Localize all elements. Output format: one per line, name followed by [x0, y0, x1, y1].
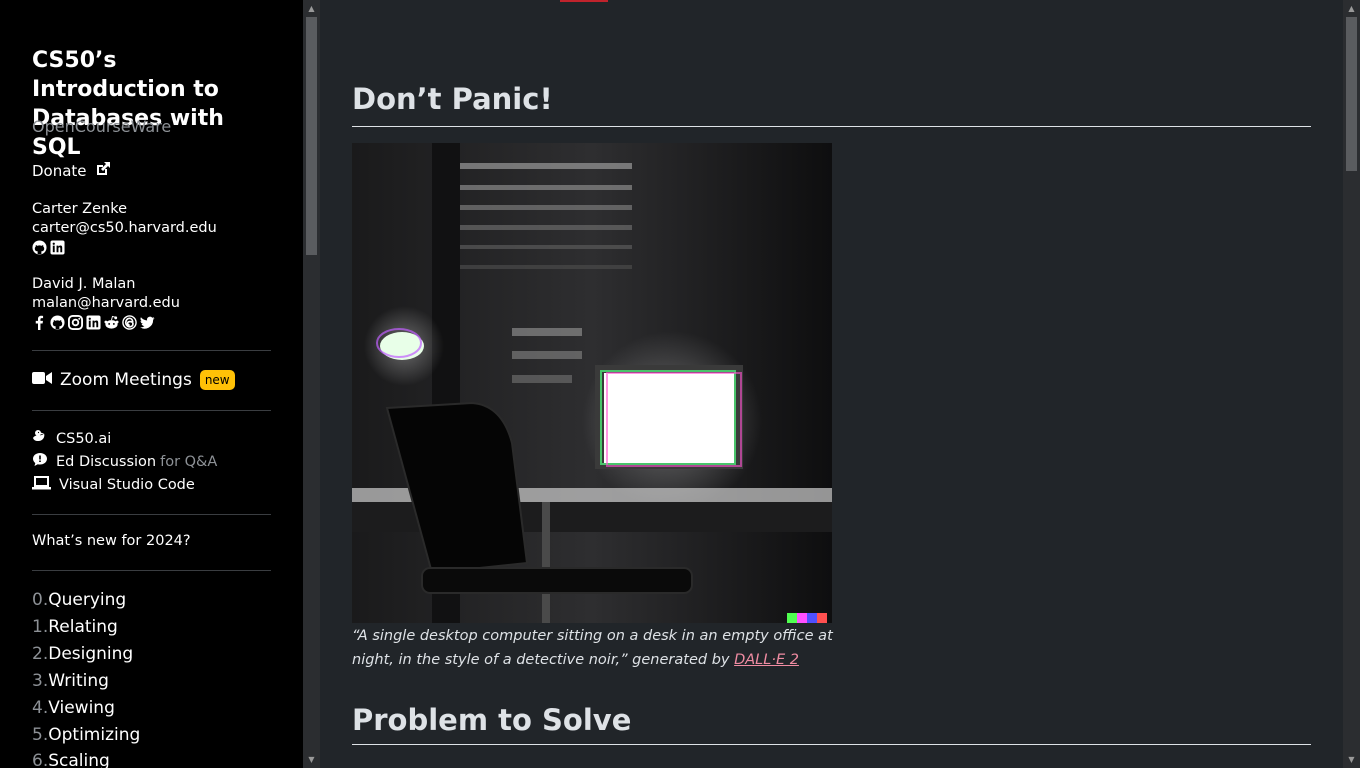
- cs50-ai-label: CS50.ai: [56, 430, 112, 447]
- divider: [32, 410, 271, 411]
- lecture-link-3[interactable]: 3.Writing: [32, 671, 109, 691]
- lecture-title: Viewing: [48, 698, 115, 718]
- lecture-number: 5.: [32, 725, 49, 745]
- donate-label: Donate: [32, 162, 87, 180]
- instructor-email[interactable]: malan@harvard.edu: [32, 294, 180, 313]
- reddit-icon[interactable]: [104, 315, 119, 330]
- sidebar: CS50’s Introduction to Databases with SQ…: [0, 0, 303, 768]
- divider: [32, 514, 271, 515]
- ed-discussion-label: Ed Discussion: [56, 453, 157, 470]
- lecture-link-5[interactable]: 5.Optimizing: [32, 725, 140, 745]
- lecture-link-6[interactable]: 6.Scaling: [32, 751, 110, 768]
- sidebar-scrollbar-thumb[interactable]: [306, 17, 317, 255]
- lecture-title: Scaling: [48, 751, 110, 768]
- lecture-title: Writing: [48, 671, 109, 691]
- ed-discussion-suffix: for Q&A: [160, 453, 218, 470]
- lecture-number: 2.: [32, 644, 49, 664]
- lecture-link-1[interactable]: 1.Relating: [32, 617, 118, 637]
- chat-icon: [32, 452, 48, 471]
- linkedin-icon[interactable]: [50, 240, 65, 255]
- image-caption: “A single desktop computer sitting on a …: [352, 624, 842, 672]
- dalle-link[interactable]: DALL·E 2: [734, 652, 799, 668]
- divider: [32, 570, 271, 571]
- opencourseware-label: OpenCourseWare: [32, 117, 172, 136]
- scroll-up-arrow-icon[interactable]: ▲: [1343, 0, 1360, 17]
- heading-problem-to-solve: Problem to Solve: [352, 703, 632, 737]
- lecture-link-0[interactable]: 0.Querying: [32, 590, 126, 610]
- laptop-icon: [32, 476, 51, 494]
- instructor-carter: Carter Zenke carter@cs50.harvard.edu: [32, 200, 217, 256]
- twitter-icon[interactable]: [140, 315, 155, 330]
- video-camera-icon: [32, 370, 52, 390]
- external-link-icon: [95, 161, 111, 181]
- lecture-number: 1.: [32, 617, 49, 637]
- heading-rule: [352, 744, 1311, 745]
- heading-dont-panic: Don’t Panic!: [352, 82, 553, 116]
- lecture-title: Designing: [48, 644, 134, 664]
- facebook-icon[interactable]: [32, 315, 47, 330]
- instructor-name: David J. Malan: [32, 276, 136, 292]
- linkedin-icon[interactable]: [86, 315, 101, 330]
- zoom-meetings-label: Zoom Meetings: [60, 370, 192, 390]
- vscode-link[interactable]: Visual Studio Code: [32, 476, 195, 494]
- lecture-title: Querying: [48, 590, 127, 610]
- lecture-number: 3.: [32, 671, 49, 691]
- lecture-link-2[interactable]: 2.Designing: [32, 644, 133, 664]
- lecture-number: 4.: [32, 698, 49, 718]
- github-icon[interactable]: [50, 315, 65, 330]
- noir-office-image: [352, 143, 832, 623]
- lecture-link-4[interactable]: 4.Viewing: [32, 698, 115, 718]
- ed-discussion-link[interactable]: Ed Discussion for Q&A: [32, 452, 217, 471]
- top-accent-bar: [560, 0, 608, 2]
- instructor-name: Carter Zenke: [32, 201, 127, 217]
- lecture-number: 6.: [32, 751, 49, 768]
- scroll-down-arrow-icon[interactable]: ▼: [1343, 751, 1360, 768]
- lecture-title: Relating: [48, 617, 118, 637]
- instagram-icon[interactable]: [68, 315, 83, 330]
- scroll-down-arrow-icon[interactable]: ▼: [303, 751, 320, 768]
- divider: [32, 350, 271, 351]
- instructor-email[interactable]: carter@cs50.harvard.edu: [32, 219, 217, 238]
- whats-new-link[interactable]: What’s new for 2024?: [32, 533, 191, 549]
- github-icon[interactable]: [32, 240, 47, 255]
- duck-icon: [32, 429, 48, 448]
- scroll-up-arrow-icon[interactable]: ▲: [303, 0, 320, 17]
- vscode-label: Visual Studio Code: [59, 477, 195, 493]
- cs50-ai-link[interactable]: CS50.ai: [32, 429, 111, 448]
- instructor-malan: David J. Malan malan@harvard.edu: [32, 275, 180, 331]
- heading-rule: [352, 126, 1311, 127]
- sidebar-scrollbar[interactable]: ▲ ▼: [303, 0, 320, 768]
- course-title[interactable]: CS50’s Introduction to Databases with SQ…: [32, 46, 271, 162]
- lecture-title: Optimizing: [48, 725, 141, 745]
- threads-icon[interactable]: [122, 315, 137, 330]
- lecture-number: 0.: [32, 590, 49, 610]
- main-content: Don’t Panic! “A single desktop computer …: [320, 0, 1343, 768]
- zoom-meetings-link[interactable]: Zoom Meetings new: [32, 370, 235, 390]
- page-scrollbar-thumb[interactable]: [1346, 17, 1357, 171]
- donate-link[interactable]: Donate: [32, 161, 111, 181]
- page-scrollbar[interactable]: ▲ ▼: [1343, 0, 1360, 768]
- new-badge: new: [199, 370, 235, 390]
